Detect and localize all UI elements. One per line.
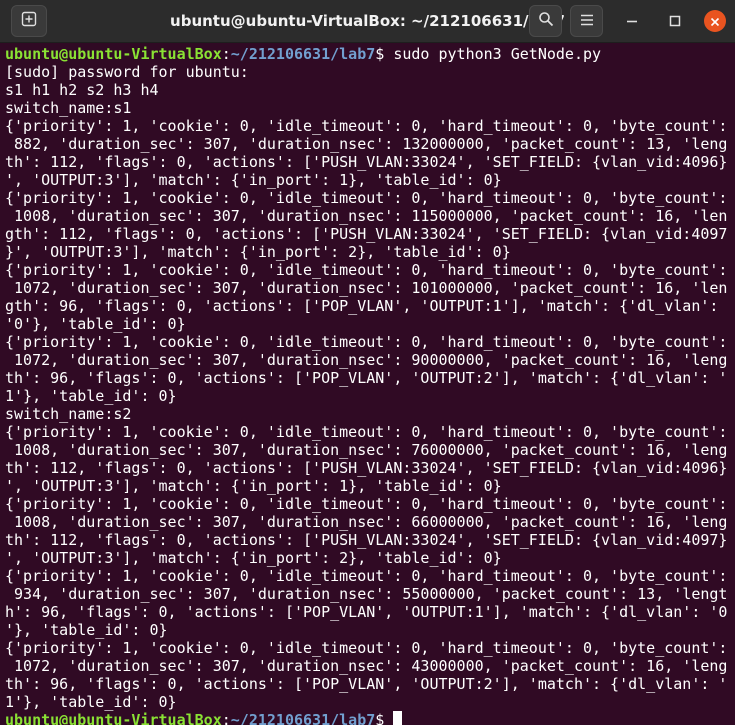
output-line: '}, 'table_id': 0} [5,621,168,639]
output-line: {'priority': 1, 'cookie': 0, 'idle_timeo… [5,567,728,585]
prompt-symbol: $ [375,711,394,725]
output-line: {'priority': 1, 'cookie': 0, 'idle_timeo… [5,189,728,207]
output-line: '0'}, 'table_id': 0} [5,315,186,333]
text-cursor [393,711,403,725]
close-icon [710,12,720,31]
close-button[interactable] [704,10,726,32]
output-line: [sudo] password for ubuntu: [5,63,249,81]
output-line: 1008, 'duration_sec': 307, 'duration_nse… [5,441,728,459]
output-line: 1'}, 'table_id': 0} [5,693,177,711]
terminal-output[interactable]: ubuntu@ubuntu-VirtualBox:~/212106631/lab… [5,45,733,725]
output-line: 1008, 'duration_sec': 307, 'duration_nse… [5,513,728,531]
output-line: ', 'OUTPUT:3'], 'match': {'in_port': 1},… [5,477,502,495]
output-line: 1'}, 'table_id': 0} [5,387,177,405]
output-line: th': 112, 'flags': 0, 'actions': ['PUSH_… [5,531,728,549]
output-line: th': 112, 'flags': 0, 'actions': ['PUSH_… [5,459,728,477]
prompt-user-host: ubuntu@ubuntu-VirtualBox [5,45,222,63]
output-line: ', 'OUTPUT:3'], 'match': {'in_port': 1},… [5,171,502,189]
output-line: switch_name:s1 [5,99,132,117]
command-prompt-line: ubuntu@ubuntu-VirtualBox:~/212106631/lab… [5,711,733,725]
output-line: 1008, 'duration_sec': 307, 'duration_nse… [5,207,728,225]
command-prompt-line: ubuntu@ubuntu-VirtualBox:~/212106631/lab… [5,45,733,63]
new-tab-icon [21,11,37,31]
output-line: th': 96, 'flags': 0, 'actions': ['POP_VL… [5,675,728,693]
output-line: 934, 'duration_sec': 307, 'duration_nsec… [5,585,728,603]
output-line: h': 96, 'flags': 0, 'actions': ['POP_VLA… [5,603,728,621]
output-line: {'priority': 1, 'cookie': 0, 'idle_timeo… [5,117,728,135]
minimize-icon [626,12,638,31]
minimize-button[interactable] [620,9,644,33]
maximize-button[interactable] [663,9,687,33]
output-line: 1072, 'duration_sec': 307, 'duration_nse… [5,657,728,675]
new-tab-button[interactable] [11,5,47,37]
output-line: 882, 'duration_sec': 307, 'duration_nsec… [5,135,728,153]
command-text: sudo python3 GetNode.py [393,45,602,63]
search-button[interactable] [529,5,562,37]
output-line: {'priority': 1, 'cookie': 0, 'idle_timeo… [5,495,728,513]
maximize-icon [669,12,681,31]
prompt-separator: : [221,711,231,725]
title-bar[interactable]: ubuntu@ubuntu-VirtualBox: ~/212106631/la… [0,0,735,43]
output-line: {'priority': 1, 'cookie': 0, 'idle_timeo… [5,261,728,279]
hamburger-menu-icon [580,12,594,31]
menu-button[interactable] [570,5,603,37]
prompt-user-host: ubuntu@ubuntu-VirtualBox [5,711,222,725]
output-line: {'priority': 1, 'cookie': 0, 'idle_timeo… [5,639,728,657]
output-line: 1072, 'duration_sec': 307, 'duration_nse… [5,279,728,297]
output-line: 1072, 'duration_sec': 307, 'duration_nse… [5,351,728,369]
output-line: }', 'OUTPUT:3'], 'match': {'in_port': 2}… [5,243,511,261]
output-line: gth': 96, 'flags': 0, 'actions': ['POP_V… [5,297,719,315]
output-line: th': 96, 'flags': 0, 'actions': ['POP_VL… [5,369,728,387]
output-line: {'priority': 1, 'cookie': 0, 'idle_timeo… [5,423,728,441]
output-line: gth': 112, 'flags': 0, 'actions': ['PUSH… [5,225,728,243]
prompt-separator: : [221,45,231,63]
output-line: {'priority': 1, 'cookie': 0, 'idle_timeo… [5,333,728,351]
prompt-symbol: $ [375,45,394,63]
prompt-path: ~/212106631/lab7 [230,45,376,63]
output-line: th': 112, 'flags': 0, 'actions': ['PUSH_… [5,153,728,171]
output-line: s1 h1 h2 s2 h3 h4 [5,81,159,99]
prompt-path: ~/212106631/lab7 [230,711,376,725]
search-icon [538,11,554,31]
output-line: ', 'OUTPUT:3'], 'match': {'in_port': 2},… [5,549,502,567]
output-line: switch_name:s2 [5,405,132,423]
